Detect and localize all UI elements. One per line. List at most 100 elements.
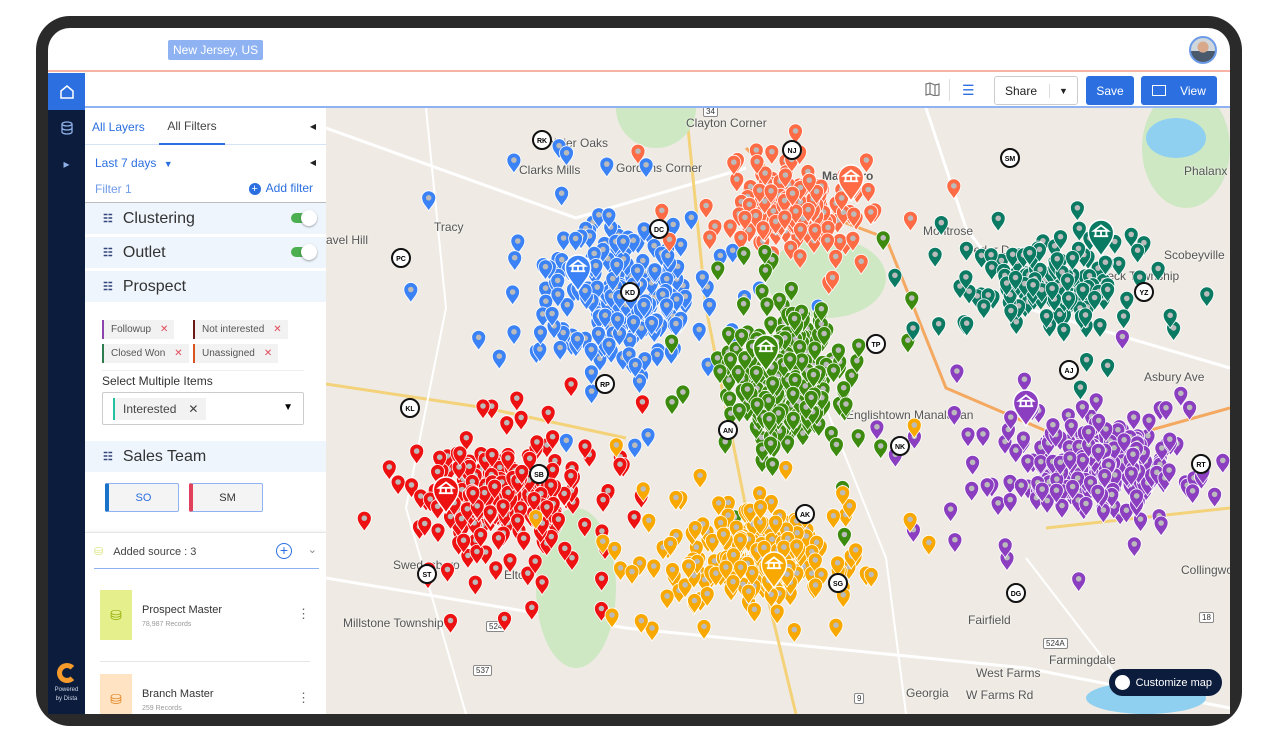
team-sm-button[interactable]: SM <box>189 483 263 512</box>
map-pin[interactable] <box>927 246 943 269</box>
map-canvas[interactable]: Whittier Oaks Clarks Mills Gordons Corner C… <box>326 108 1230 714</box>
map-pin[interactable] <box>624 564 640 586</box>
map-pin[interactable] <box>875 230 891 252</box>
status-chip[interactable]: Closed Won ✕ <box>102 344 189 363</box>
map-pin[interactable] <box>524 599 540 622</box>
map-pin[interactable] <box>1096 502 1111 524</box>
more-icon[interactable]: ⋮ <box>297 690 310 706</box>
user-marker[interactable]: AJ <box>1059 360 1079 380</box>
save-button[interactable]: Save <box>1086 76 1134 105</box>
source-item[interactable]: ⛁ Prospect Master 78,987 Records ⋮ <box>100 590 310 662</box>
map-pin[interactable] <box>1182 400 1197 422</box>
map-pin[interactable] <box>710 260 726 282</box>
user-marker[interactable]: AK <box>795 504 815 524</box>
map-pin[interactable] <box>1071 571 1087 593</box>
map-pin[interactable] <box>828 617 844 639</box>
map-pin[interactable] <box>1126 536 1142 558</box>
user-marker[interactable]: SB <box>529 464 549 484</box>
map-pin[interactable] <box>641 512 657 535</box>
map-pin[interactable] <box>594 570 610 592</box>
map-pin[interactable] <box>976 298 992 320</box>
map-pin[interactable] <box>634 394 650 416</box>
add-source-icon[interactable]: + <box>276 543 292 559</box>
map-pin[interactable] <box>558 432 574 455</box>
user-marker[interactable]: KD <box>620 282 640 302</box>
map-pin[interactable] <box>1150 261 1166 283</box>
map-pin[interactable] <box>563 376 579 398</box>
map-pin[interactable] <box>1153 515 1169 537</box>
map-pin[interactable] <box>664 394 680 416</box>
multi-select[interactable]: Interested ✕ ▼ <box>102 392 304 425</box>
map-pin[interactable] <box>1002 492 1018 514</box>
map-pin[interactable] <box>649 347 665 369</box>
map-pin[interactable] <box>702 229 718 251</box>
collapse-icon[interactable]: ◀ <box>310 158 316 167</box>
map-pin[interactable] <box>904 290 920 312</box>
map-pin[interactable] <box>850 428 866 450</box>
location-badge[interactable]: New Jersey, US <box>168 40 264 60</box>
user-marker[interactable]: YZ <box>1134 282 1154 302</box>
map-pin[interactable] <box>1092 317 1108 339</box>
user-marker[interactable]: PC <box>391 248 411 268</box>
user-marker[interactable]: DG <box>1006 583 1026 603</box>
map-pin[interactable] <box>506 152 522 174</box>
map-pin[interactable] <box>638 157 654 179</box>
close-icon[interactable]: ✕ <box>160 324 168 335</box>
map-pin[interactable] <box>403 282 419 304</box>
map-pin[interactable] <box>505 284 521 306</box>
user-marker[interactable]: ST <box>417 564 437 584</box>
user-marker[interactable]: AN <box>718 420 738 440</box>
map-pin[interactable] <box>1073 379 1088 401</box>
map-pin[interactable] <box>887 267 903 290</box>
map-pin[interactable] <box>1119 291 1135 313</box>
user-marker[interactable]: RP <box>595 374 615 394</box>
map-pin[interactable] <box>946 405 962 427</box>
map-pin[interactable] <box>499 415 515 437</box>
map-pin[interactable] <box>491 530 506 552</box>
map-pin[interactable] <box>1185 483 1200 505</box>
close-icon[interactable]: ✕ <box>264 348 272 359</box>
map-pin[interactable] <box>409 443 425 465</box>
map-pin[interactable] <box>513 410 529 432</box>
map-pin[interactable] <box>759 296 775 318</box>
database-icon[interactable] <box>48 110 85 146</box>
map-pin[interactable] <box>556 230 572 252</box>
map-pin[interactable] <box>626 509 642 531</box>
map-pin[interactable] <box>698 198 714 220</box>
map-pin[interactable] <box>691 322 707 344</box>
user-marker[interactable]: NK <box>890 436 910 456</box>
home-icon[interactable] <box>48 73 85 110</box>
map-pin[interactable] <box>933 215 949 237</box>
map-pin[interactable] <box>627 437 643 459</box>
map-pin[interactable] <box>421 190 437 212</box>
map-pin[interactable] <box>1079 352 1094 374</box>
map-pin[interactable] <box>607 541 623 563</box>
map-pin[interactable] <box>475 398 491 420</box>
status-chip[interactable]: Unassigned ✕ <box>193 344 279 363</box>
close-icon[interactable]: ✕ <box>174 348 182 359</box>
team-so-button[interactable]: SO <box>105 483 179 512</box>
map-pin[interactable] <box>552 340 568 362</box>
map-pin[interactable] <box>507 250 523 272</box>
user-marker[interactable]: SG <box>828 573 848 593</box>
map-pin[interactable] <box>471 329 487 352</box>
map-pin[interactable] <box>786 622 802 644</box>
map-pin[interactable] <box>356 510 372 532</box>
map-pin[interactable] <box>506 324 522 346</box>
map-pin[interactable] <box>683 209 699 232</box>
map-pin[interactable] <box>946 178 962 200</box>
customize-map-button[interactable]: Customize map <box>1108 669 1222 696</box>
map-pin[interactable] <box>668 316 684 338</box>
map-pin[interactable] <box>736 296 752 318</box>
map-pin[interactable] <box>943 501 958 523</box>
map-pin[interactable] <box>828 249 844 271</box>
expand-icon[interactable]: ▸ <box>48 146 85 182</box>
map-pin[interactable] <box>559 145 574 167</box>
user-marker[interactable]: TP <box>866 334 886 354</box>
map-pin[interactable] <box>1115 329 1130 351</box>
map-pin[interactable] <box>729 171 745 193</box>
date-range-dropdown[interactable]: Last 7 days ▼ <box>95 156 173 170</box>
map-pin[interactable] <box>443 613 458 635</box>
user-marker[interactable]: DC <box>649 219 669 239</box>
map-pin[interactable] <box>828 437 844 459</box>
